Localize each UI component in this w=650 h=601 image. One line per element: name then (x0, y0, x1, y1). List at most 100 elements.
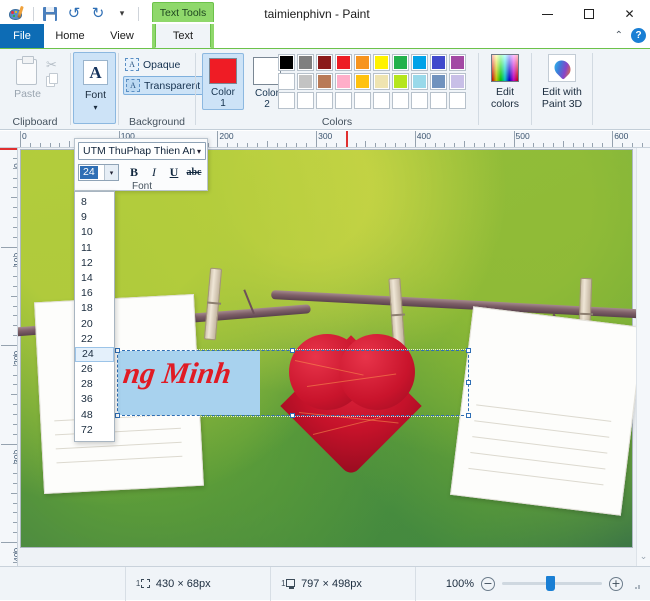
palette-swatch-3-1[interactable] (278, 92, 295, 109)
paint-palette-icon[interactable] (6, 3, 28, 24)
font-size-option-20[interactable]: 20 (75, 317, 114, 332)
palette-swatch-3-3[interactable] (316, 92, 333, 109)
tab-home[interactable]: Home (44, 24, 96, 48)
palette-swatch-1-2[interactable] (297, 54, 314, 71)
palette-swatch-1-9[interactable] (430, 54, 447, 71)
bold-button[interactable]: B (125, 164, 143, 181)
handle-e[interactable] (466, 380, 471, 385)
palette-swatch-3-10[interactable] (449, 92, 466, 109)
tab-file[interactable]: File (0, 24, 44, 48)
save-icon[interactable] (39, 3, 61, 24)
font-size-option-8[interactable]: 8 (75, 195, 114, 210)
hruler-tick (454, 143, 456, 147)
tab-text[interactable]: Text (155, 24, 211, 48)
resize-grip-icon[interactable] (632, 579, 642, 589)
handle-s[interactable] (290, 413, 295, 418)
text-selection-box[interactable]: ng Minh (115, 348, 471, 418)
zoom-slider-thumb[interactable] (546, 576, 555, 591)
zoom-in-button[interactable]: + (609, 576, 623, 591)
edit-with-paint3d-button[interactable]: Edit with Paint 3D (532, 54, 592, 110)
palette-swatch-3-7[interactable] (392, 92, 409, 109)
redo-icon[interactable]: ↻ (87, 3, 109, 24)
palette-swatch-2-9[interactable] (430, 73, 447, 90)
font-size-option-18[interactable]: 18 (75, 301, 114, 316)
font-size-caret-icon[interactable]: ▾ (104, 165, 118, 180)
font-size-option-16[interactable]: 16 (75, 286, 114, 301)
palette-swatch-1-7[interactable] (392, 54, 409, 71)
color-1-button[interactable]: Color 1 (202, 53, 244, 110)
palette-swatch-1-5[interactable] (354, 54, 371, 71)
palette-swatch-2-6[interactable] (373, 73, 390, 90)
palette-swatch-2-2[interactable] (297, 73, 314, 90)
undo-icon[interactable]: ↺ (63, 3, 85, 24)
customize-qat-icon[interactable]: ▾ (111, 3, 133, 24)
help-icon[interactable]: ? (631, 28, 646, 43)
palette-swatch-1-4[interactable] (335, 54, 352, 71)
tab-view[interactable]: View (96, 24, 148, 48)
font-size-option-22[interactable]: 22 (75, 332, 114, 347)
font-size-option-28[interactable]: 28 (75, 377, 114, 392)
scissors-icon[interactable]: ✂ (46, 58, 57, 73)
clothespin-left (203, 267, 223, 341)
italic-button[interactable]: I (145, 164, 163, 181)
vruler-tick (13, 502, 17, 504)
palette-swatch-3-9[interactable] (430, 92, 447, 109)
font-size-dropdown-list[interactable]: 8 9 10 11 12 14 16 18 20 22 24 26 28 36 48 72 (74, 191, 115, 442)
handle-n[interactable] (290, 348, 295, 353)
underline-button[interactable]: U (165, 164, 183, 181)
vertical-scrollbar[interactable]: ⌄ (636, 148, 650, 566)
handle-ne[interactable] (466, 348, 471, 353)
font-size-option-12[interactable]: 12 (75, 256, 114, 271)
palette-swatch-2-5[interactable] (354, 73, 371, 90)
ribbon-group-background: A Opaque A Transparent Background (119, 49, 205, 130)
collapse-ribbon-icon[interactable]: ⌃ (615, 30, 623, 41)
palette-swatch-3-5[interactable] (354, 92, 371, 109)
palette-swatch-3-2[interactable] (297, 92, 314, 109)
handle-nw[interactable] (115, 348, 120, 353)
transparent-button[interactable]: A Transparent (123, 76, 205, 95)
palette-swatch-2-8[interactable] (411, 73, 428, 90)
vruler-tick (13, 374, 17, 376)
palette-swatch-2-3[interactable] (316, 73, 333, 90)
palette-swatch-3-8[interactable] (411, 92, 428, 109)
palette-swatch-2-4[interactable] (335, 73, 352, 90)
hruler-tick (266, 141, 268, 147)
handle-se[interactable] (466, 413, 471, 418)
handle-sw[interactable] (115, 413, 120, 418)
palette-swatch-3-6[interactable] (373, 92, 390, 109)
strikethrough-button[interactable]: abc (185, 164, 203, 181)
font-size-option-9[interactable]: 9 (75, 210, 114, 225)
font-size-option-26[interactable]: 26 (75, 362, 114, 377)
zoom-out-button[interactable]: − (481, 576, 495, 591)
paste-icon[interactable] (14, 56, 40, 86)
font-size-option-48[interactable]: 48 (75, 408, 114, 423)
palette-swatch-1-8[interactable] (411, 54, 428, 71)
edit-colors-button[interactable]: Edit colors (479, 54, 531, 110)
font-button[interactable]: A Font ▾ (73, 52, 116, 124)
font-size-option-24[interactable]: 24 (75, 346, 114, 363)
font-size-option-10[interactable]: 10 (75, 225, 114, 240)
font-name-combobox[interactable]: UTM ThuPhap Thien An ▾ (78, 142, 206, 160)
palette-swatch-2-7[interactable] (392, 73, 409, 90)
hruler-tick (296, 143, 298, 147)
copy-icon[interactable] (46, 73, 59, 87)
hruler-tick (276, 143, 278, 147)
font-size-option-11[interactable]: 11 (75, 241, 114, 256)
hruler-label-0: 0 (22, 131, 27, 141)
scroll-down-icon[interactable]: ⌄ (640, 552, 648, 562)
font-size-combobox[interactable]: 24 ▾ (78, 164, 119, 181)
palette-swatch-1-6[interactable] (373, 54, 390, 71)
palette-swatch-2-1[interactable] (278, 73, 295, 90)
palette-swatch-3-4[interactable] (335, 92, 352, 109)
palette-swatch-1-3[interactable] (316, 54, 333, 71)
font-size-option-36[interactable]: 36 (75, 392, 114, 407)
hruler-tick (513, 131, 515, 147)
font-size-option-14[interactable]: 14 (75, 271, 114, 286)
palette-swatch-1-1[interactable] (278, 54, 295, 71)
opaque-button[interactable]: A Opaque (123, 55, 180, 74)
zoom-slider[interactable] (502, 576, 602, 591)
status-bar: 1 430 × 68px 1 797 × 498px 100% − + (0, 566, 650, 601)
palette-swatch-2-10[interactable] (449, 73, 466, 90)
palette-swatch-1-10[interactable] (449, 54, 466, 71)
font-size-option-72[interactable]: 72 (75, 423, 114, 438)
